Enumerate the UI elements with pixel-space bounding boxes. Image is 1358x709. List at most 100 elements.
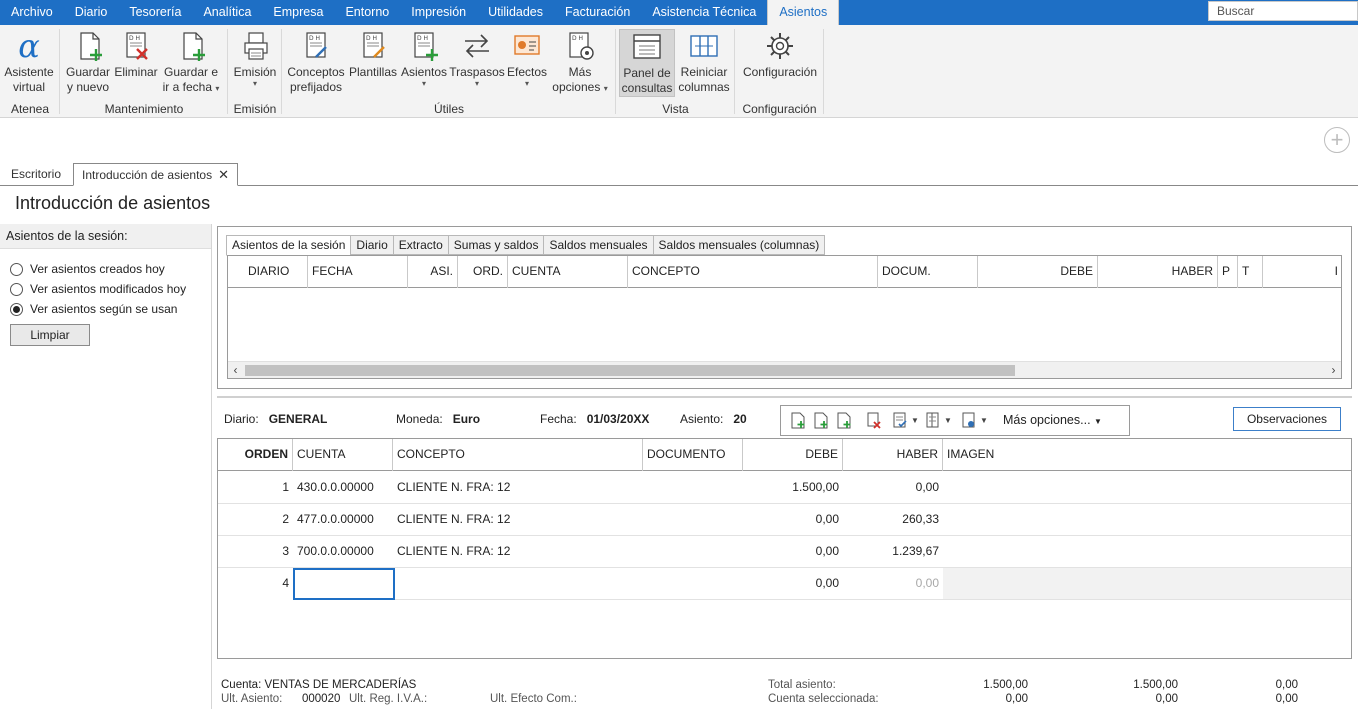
cell-cuenta[interactable]: 700.0.0.00000 xyxy=(293,536,393,568)
session-tab-2[interactable]: Extracto xyxy=(393,235,449,255)
session-column-0[interactable]: DIARIO xyxy=(228,256,308,288)
cell-debe[interactable]: 0,00 xyxy=(743,568,843,599)
search-input[interactable] xyxy=(1209,2,1357,20)
menu-tab-1[interactable]: Diario xyxy=(64,0,119,25)
column-cuenta[interactable]: CUENTA xyxy=(293,439,393,471)
efectos-button[interactable]: Efectos ▾ xyxy=(507,29,547,88)
cell-documento[interactable] xyxy=(643,504,743,536)
table-row[interactable]: 1 430.0.0.00000 CLIENTE N. FRA: 12 1.500… xyxy=(218,472,1351,504)
tab-escritorio[interactable]: Escritorio xyxy=(3,163,69,186)
cell-haber[interactable]: 0,00 xyxy=(843,568,943,599)
menu-tab-5[interactable]: Entorno xyxy=(334,0,400,25)
menu-tab-8[interactable]: Facturación xyxy=(554,0,641,25)
cell-haber[interactable]: 1.239,67 xyxy=(843,536,943,568)
cell-debe[interactable]: 0,00 xyxy=(743,504,843,536)
guardar-ir-fecha-button[interactable]: Guardar e ir a fecha ▾ xyxy=(161,29,221,96)
session-tab-0[interactable]: Asientos de la sesión xyxy=(226,235,352,256)
column-imagen[interactable]: IMAGEN xyxy=(943,439,1351,471)
session-column-7[interactable]: DEBE xyxy=(978,256,1098,288)
cell-haber[interactable]: 260,33 xyxy=(843,504,943,536)
scroll-left-icon[interactable]: ‹ xyxy=(228,363,243,377)
menu-tab-0[interactable]: Archivo xyxy=(0,0,64,25)
table-row-current[interactable]: 4 0,00 0,00 xyxy=(218,568,1351,600)
menu-tab-4[interactable]: Empresa xyxy=(262,0,334,25)
table-row[interactable]: 3 700.0.0.00000 CLIENTE N. FRA: 12 0,00 … xyxy=(218,536,1351,568)
radio-modificados-hoy[interactable]: Ver asientos modificados hoy xyxy=(10,280,186,298)
search-box[interactable] xyxy=(1208,1,1358,21)
session-column-1[interactable]: FECHA xyxy=(308,256,408,288)
insert-line-above-icon[interactable] xyxy=(814,412,828,429)
mas-opciones-button[interactable]: D H Más opciones ▾ xyxy=(550,29,610,96)
scroll-right-icon[interactable]: › xyxy=(1326,363,1341,377)
table-row[interactable]: 2 477.0.0.00000 CLIENTE N. FRA: 12 0,00 … xyxy=(218,504,1351,536)
column-documento[interactable]: DOCUMENTO xyxy=(643,439,743,471)
cell-cuenta[interactable]: 477.0.0.00000 xyxy=(293,504,393,536)
traspasos-button[interactable]: Traspasos ▾ xyxy=(449,29,505,88)
radio-button[interactable] xyxy=(10,282,23,296)
column-debe[interactable]: DEBE xyxy=(743,439,843,471)
close-icon[interactable]: ✕ xyxy=(218,167,229,182)
cell-concepto[interactable]: CLIENTE N. FRA: 12 xyxy=(393,504,643,536)
session-column-8[interactable]: HABER xyxy=(1098,256,1218,288)
cell-debe[interactable]: 1.500,00 xyxy=(743,472,843,504)
session-column-9[interactable]: P xyxy=(1218,256,1238,288)
cell-documento[interactable] xyxy=(643,568,743,599)
session-tab-3[interactable]: Sumas y saldos xyxy=(448,235,545,255)
radio-segun-se-usan[interactable]: Ver asientos según se usan xyxy=(10,300,177,318)
cell-documento[interactable] xyxy=(643,536,743,568)
insert-line-icon[interactable] xyxy=(791,412,805,429)
radio-creados-hoy[interactable]: Ver asientos creados hoy xyxy=(10,260,165,278)
session-column-6[interactable]: DOCUM. xyxy=(878,256,978,288)
reiniciar-columnas-button[interactable]: Reiniciar columnas xyxy=(677,29,731,95)
cell-concepto[interactable] xyxy=(395,568,643,599)
check-document-icon[interactable] xyxy=(893,412,907,429)
menu-tab-10[interactable]: Asientos xyxy=(767,0,840,25)
cell-concepto[interactable]: CLIENTE N. FRA: 12 xyxy=(393,472,643,504)
chevron-down-icon[interactable]: ▼ xyxy=(980,416,988,425)
session-tab-4[interactable]: Saldos mensuales xyxy=(544,235,654,255)
column-haber[interactable]: HABER xyxy=(843,439,943,471)
delete-line-icon[interactable] xyxy=(867,412,881,429)
add-tab-icon[interactable]: + xyxy=(1324,127,1350,153)
asistente-virtual-button[interactable]: α Asistente virtual xyxy=(3,29,55,95)
guardar-nuevo-button[interactable]: Guardar y nuevo xyxy=(65,29,111,95)
cell-debe[interactable]: 0,00 xyxy=(743,536,843,568)
insert-line-below-icon[interactable] xyxy=(837,412,851,429)
mas-opciones-dropdown[interactable]: Más opciones... ▼ xyxy=(1003,413,1102,427)
cuenta-edit-input[interactable] xyxy=(293,568,395,600)
menu-tab-9[interactable]: Asistencia Técnica xyxy=(641,0,767,25)
column-concepto[interactable]: CONCEPTO xyxy=(393,439,643,471)
menu-tab-3[interactable]: Analítica xyxy=(192,0,262,25)
cell-cuenta[interactable]: 430.0.0.00000 xyxy=(293,472,393,504)
tab-introduccion-asientos[interactable]: Introducción de asientos ✕ xyxy=(73,163,238,186)
limpiar-button[interactable]: Limpiar xyxy=(10,324,90,346)
eliminar-button[interactable]: D H Eliminar xyxy=(113,29,159,80)
session-column-11[interactable]: I xyxy=(1263,256,1341,288)
scroll-thumb[interactable] xyxy=(245,365,1015,376)
chevron-down-icon[interactable]: ▼ xyxy=(911,416,919,425)
cell-documento[interactable] xyxy=(643,472,743,504)
conceptos-prefijados-button[interactable]: D H Conceptos prefijados xyxy=(287,29,345,95)
observaciones-button[interactable]: Observaciones xyxy=(1233,407,1341,431)
radio-button[interactable] xyxy=(10,262,23,276)
session-column-2[interactable]: ASI. xyxy=(408,256,458,288)
session-tab-1[interactable]: Diario xyxy=(351,235,394,255)
session-grid[interactable]: DIARIO FECHA ASI. ORD. CUENTA CONCEPTO DOCUM. D… xyxy=(227,255,1342,379)
chevron-down-icon[interactable]: ▼ xyxy=(944,416,952,425)
attach-document-icon[interactable] xyxy=(962,412,976,429)
cell-concepto[interactable]: CLIENTE N. FRA: 12 xyxy=(393,536,643,568)
panel-consultas-button[interactable]: Panel de consultas xyxy=(619,29,675,97)
horizontal-scrollbar[interactable]: ‹ › xyxy=(228,361,1341,378)
session-column-10[interactable]: T xyxy=(1238,256,1263,288)
session-tab-5[interactable]: Saldos mensuales (columnas) xyxy=(653,235,826,255)
emision-button[interactable]: Emisión ▾ xyxy=(232,29,278,88)
radio-button-selected[interactable] xyxy=(10,302,23,316)
cell-haber[interactable]: 0,00 xyxy=(843,472,943,504)
menu-tab-2[interactable]: Tesorería xyxy=(118,0,192,25)
session-column-3[interactable]: ORD. xyxy=(458,256,508,288)
column-orden[interactable]: ORDEN xyxy=(218,439,293,471)
columns-document-icon[interactable] xyxy=(926,412,940,429)
menu-tab-6[interactable]: Impresión xyxy=(400,0,477,25)
configuracion-button[interactable]: Configuración xyxy=(740,29,820,80)
session-column-5[interactable]: CONCEPTO xyxy=(628,256,878,288)
